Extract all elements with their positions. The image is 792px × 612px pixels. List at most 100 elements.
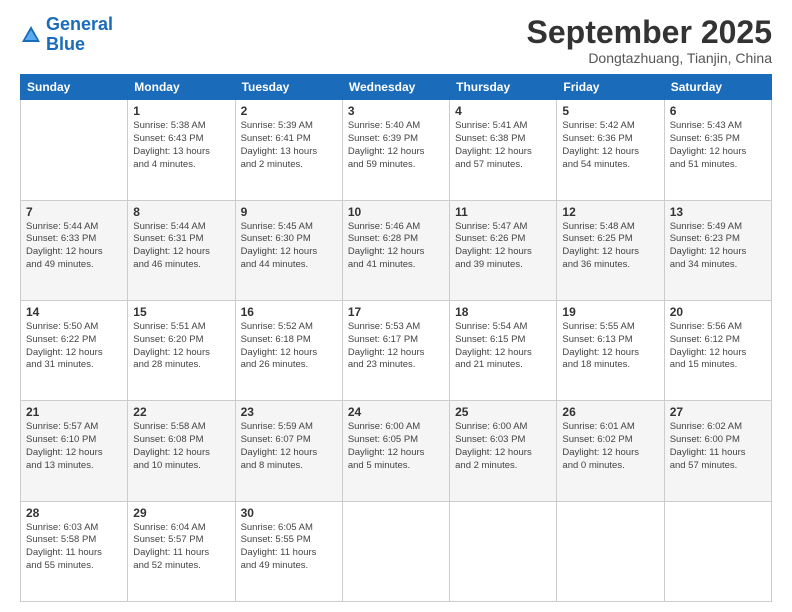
day-number: 5 [562, 104, 658, 118]
table-row: 5 Sunrise: 5:42 AM Sunset: 6:36 PM Daylig… [557, 100, 664, 200]
table-row: 14Sunrise: 5:50 AM Sunset: 6:22 PM Dayli… [21, 300, 128, 400]
logo-icon [20, 24, 42, 46]
calendar-row: 14Sunrise: 5:50 AM Sunset: 6:22 PM Dayli… [21, 300, 772, 400]
day-info: Sunrise: 6:00 AM Sunset: 6:05 PM Dayligh… [348, 421, 444, 472]
logo-text: General Blue [46, 15, 113, 55]
day-number: 16 [241, 305, 337, 319]
day-info: Sunrise: 5:47 AM Sunset: 6:26 PM Dayligh… [455, 221, 551, 272]
page: General Blue September 2025 Dongtazhuang… [0, 0, 792, 612]
table-row: 19 Sunrise: 5:55 AM Sunset: 6:13 PM Dayli… [557, 300, 664, 400]
day-number: 22 [133, 405, 229, 419]
col-friday: Friday [557, 75, 664, 100]
day-number: 20 [670, 305, 766, 319]
col-monday: Monday [128, 75, 235, 100]
table-row: 22 Sunrise: 5:58 AM Sunset: 6:08 PM Dayli… [128, 401, 235, 501]
table-row: 4 Sunrise: 5:41 AM Sunset: 6:38 PM Daylig… [450, 100, 557, 200]
day-info: Sunrise: 6:04 AM Sunset: 5:57 PM Dayligh… [133, 522, 229, 573]
day-info: Sunrise: 5:44 AM Sunset: 6:31 PM Dayligh… [133, 221, 229, 272]
table-row: 25Sunrise: 6:00 AM Sunset: 6:03 PM Dayli… [450, 401, 557, 501]
day-info: Sunrise: 5:52 AM Sunset: 6:18 PM Dayligh… [241, 321, 337, 372]
table-row: 27Sunrise: 6:02 AM Sunset: 6:00 PM Dayli… [664, 401, 771, 501]
table-row [557, 501, 664, 601]
day-info: Sunrise: 5:44 AM Sunset: 6:33 PM Dayligh… [26, 221, 122, 272]
col-saturday: Saturday [664, 75, 771, 100]
day-info: Sunrise: 5:55 AM Sunset: 6:13 PM Dayligh… [562, 321, 658, 372]
table-row: 12 Sunrise: 5:48 AM Sunset: 6:25 PM Dayli… [557, 200, 664, 300]
calendar-row: 7 Sunrise: 5:44 AM Sunset: 6:33 PM Daylig… [21, 200, 772, 300]
table-row: 8 Sunrise: 5:44 AM Sunset: 6:31 PM Daylig… [128, 200, 235, 300]
day-number: 4 [455, 104, 551, 118]
table-row: 26Sunrise: 6:01 AM Sunset: 6:02 PM Dayli… [557, 401, 664, 501]
table-row: 17Sunrise: 5:53 AM Sunset: 6:17 PM Dayli… [342, 300, 449, 400]
table-row: 11Sunrise: 5:47 AM Sunset: 6:26 PM Dayli… [450, 200, 557, 300]
col-tuesday: Tuesday [235, 75, 342, 100]
calendar-table: Sunday Monday Tuesday Wednesday Thursday… [20, 74, 772, 602]
day-number: 12 [562, 205, 658, 219]
table-row: 24 Sunrise: 6:00 AM Sunset: 6:05 PM Dayli… [342, 401, 449, 501]
day-info: Sunrise: 5:48 AM Sunset: 6:25 PM Dayligh… [562, 221, 658, 272]
day-number: 1 [133, 104, 229, 118]
day-info: Sunrise: 6:03 AM Sunset: 5:58 PM Dayligh… [26, 522, 122, 573]
table-row: 30 Sunrise: 6:05 AM Sunset: 5:55 PM Dayli… [235, 501, 342, 601]
table-row [664, 501, 771, 601]
day-info: Sunrise: 5:51 AM Sunset: 6:20 PM Dayligh… [133, 321, 229, 372]
title-block: September 2025 Dongtazhuang, Tianjin, Ch… [527, 15, 772, 66]
col-wednesday: Wednesday [342, 75, 449, 100]
table-row [21, 100, 128, 200]
table-row: 15 Sunrise: 5:51 AM Sunset: 6:20 PM Dayli… [128, 300, 235, 400]
day-info: Sunrise: 5:56 AM Sunset: 6:12 PM Dayligh… [670, 321, 766, 372]
table-row: 10 Sunrise: 5:46 AM Sunset: 6:28 PM Dayli… [342, 200, 449, 300]
day-number: 25 [455, 405, 551, 419]
logo-line2: Blue [46, 34, 85, 54]
day-info: Sunrise: 5:41 AM Sunset: 6:38 PM Dayligh… [455, 120, 551, 171]
day-number: 21 [26, 405, 122, 419]
table-row: 16 Sunrise: 5:52 AM Sunset: 6:18 PM Dayli… [235, 300, 342, 400]
day-info: Sunrise: 5:58 AM Sunset: 6:08 PM Dayligh… [133, 421, 229, 472]
table-row: 6Sunrise: 5:43 AM Sunset: 6:35 PM Daylig… [664, 100, 771, 200]
table-row: 7 Sunrise: 5:44 AM Sunset: 6:33 PM Daylig… [21, 200, 128, 300]
table-row: 23 Sunrise: 5:59 AM Sunset: 6:07 PM Dayli… [235, 401, 342, 501]
day-number: 13 [670, 205, 766, 219]
day-number: 9 [241, 205, 337, 219]
day-number: 24 [348, 405, 444, 419]
day-number: 7 [26, 205, 122, 219]
calendar-row: 28 Sunrise: 6:03 AM Sunset: 5:58 PM Dayli… [21, 501, 772, 601]
table-row: 13Sunrise: 5:49 AM Sunset: 6:23 PM Dayli… [664, 200, 771, 300]
table-row: 9 Sunrise: 5:45 AM Sunset: 6:30 PM Daylig… [235, 200, 342, 300]
day-number: 28 [26, 506, 122, 520]
table-row: 21Sunrise: 5:57 AM Sunset: 6:10 PM Dayli… [21, 401, 128, 501]
table-row: 20 Sunrise: 5:56 AM Sunset: 6:12 PM Dayli… [664, 300, 771, 400]
col-thursday: Thursday [450, 75, 557, 100]
day-info: Sunrise: 5:43 AM Sunset: 6:35 PM Dayligh… [670, 120, 766, 171]
table-row: 28 Sunrise: 6:03 AM Sunset: 5:58 PM Dayli… [21, 501, 128, 601]
table-row [342, 501, 449, 601]
header: General Blue September 2025 Dongtazhuang… [20, 15, 772, 66]
table-row: 18Sunrise: 5:54 AM Sunset: 6:15 PM Dayli… [450, 300, 557, 400]
day-info: Sunrise: 5:45 AM Sunset: 6:30 PM Dayligh… [241, 221, 337, 272]
table-row: 29 Sunrise: 6:04 AM Sunset: 5:57 PM Dayli… [128, 501, 235, 601]
day-number: 14 [26, 305, 122, 319]
table-row: 3 Sunrise: 5:40 AM Sunset: 6:39 PM Daylig… [342, 100, 449, 200]
table-row: 2Sunrise: 5:39 AM Sunset: 6:41 PM Daylig… [235, 100, 342, 200]
day-number: 8 [133, 205, 229, 219]
day-info: Sunrise: 5:54 AM Sunset: 6:15 PM Dayligh… [455, 321, 551, 372]
day-number: 3 [348, 104, 444, 118]
month-title: September 2025 [527, 15, 772, 50]
day-number: 29 [133, 506, 229, 520]
day-info: Sunrise: 5:46 AM Sunset: 6:28 PM Dayligh… [348, 221, 444, 272]
day-info: Sunrise: 5:59 AM Sunset: 6:07 PM Dayligh… [241, 421, 337, 472]
day-number: 30 [241, 506, 337, 520]
day-info: Sunrise: 6:05 AM Sunset: 5:55 PM Dayligh… [241, 522, 337, 573]
day-number: 10 [348, 205, 444, 219]
day-info: Sunrise: 5:42 AM Sunset: 6:36 PM Dayligh… [562, 120, 658, 171]
day-number: 15 [133, 305, 229, 319]
day-info: Sunrise: 5:38 AM Sunset: 6:43 PM Dayligh… [133, 120, 229, 171]
day-number: 19 [562, 305, 658, 319]
calendar-body: 1 Sunrise: 5:38 AM Sunset: 6:43 PM Daylig… [21, 100, 772, 602]
header-row: Sunday Monday Tuesday Wednesday Thursday… [21, 75, 772, 100]
day-info: Sunrise: 5:39 AM Sunset: 6:41 PM Dayligh… [241, 120, 337, 171]
location: Dongtazhuang, Tianjin, China [527, 50, 772, 66]
day-number: 23 [241, 405, 337, 419]
day-number: 26 [562, 405, 658, 419]
day-info: Sunrise: 5:40 AM Sunset: 6:39 PM Dayligh… [348, 120, 444, 171]
